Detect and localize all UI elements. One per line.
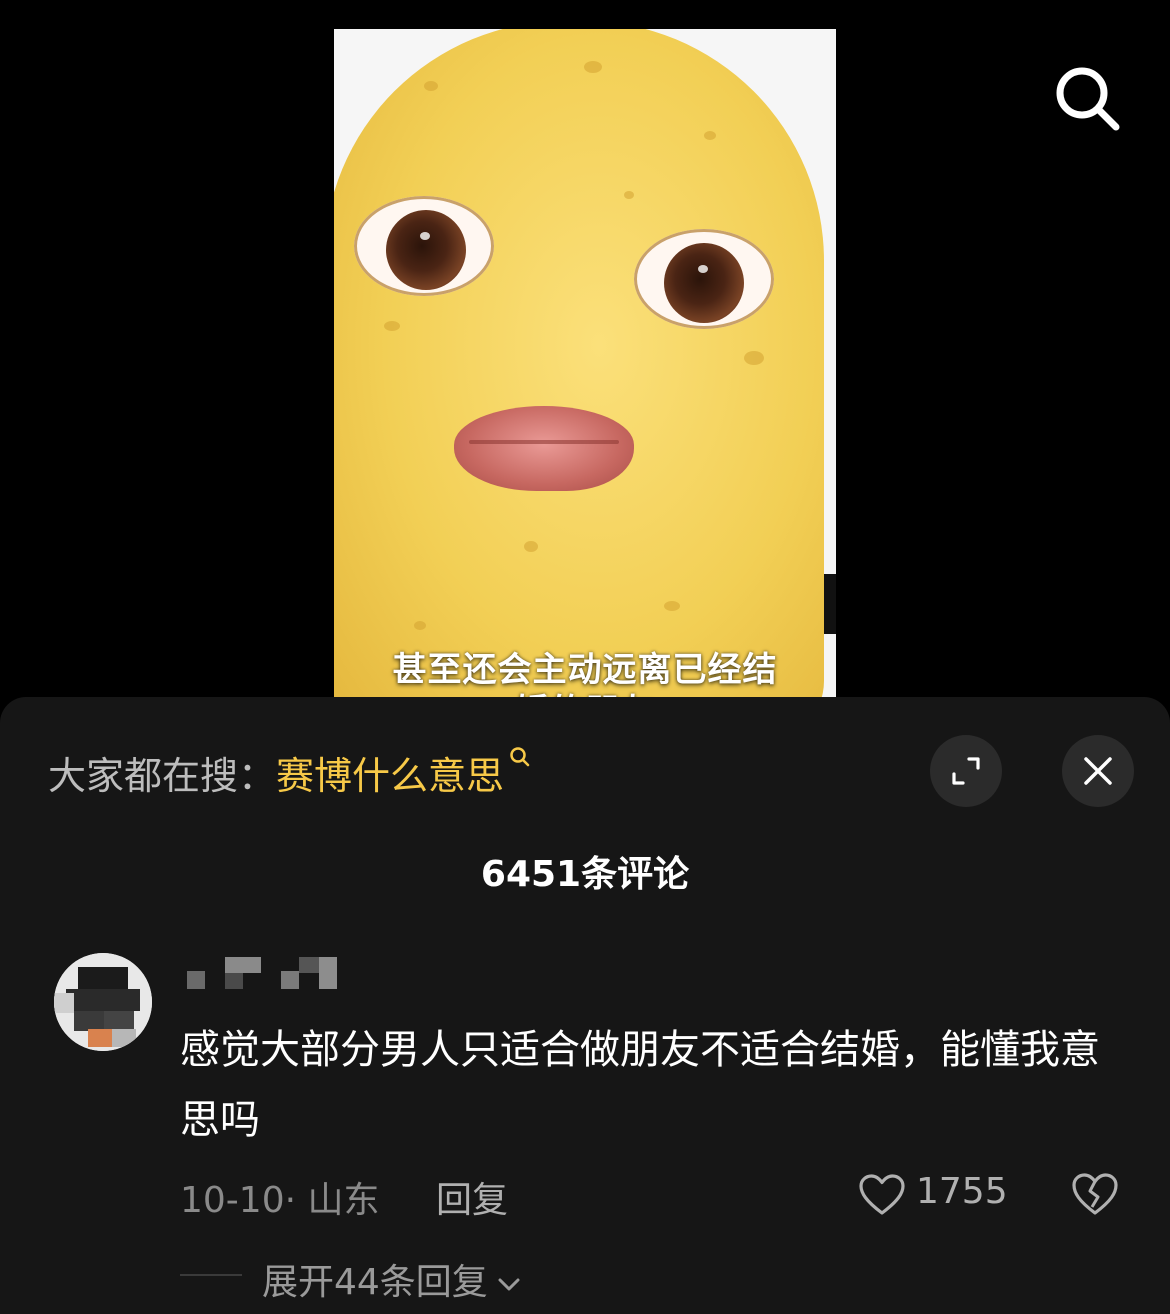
meta-separator: · — [284, 1180, 308, 1221]
video-player[interactable]: 甚至还会主动远离已经结 婚的朋友 — [334, 29, 836, 698]
close-icon — [1084, 757, 1112, 785]
broken-heart-icon[interactable] — [1070, 1171, 1120, 1217]
chevron-down-icon — [498, 1278, 520, 1291]
expand-divider — [180, 1274, 242, 1276]
search-icon[interactable] — [1052, 63, 1122, 133]
comments-sheet: 大家都在搜：赛博什么意思 6451条评论 感觉大部分男人只适合做朋友不适合结婚，… — [0, 697, 1170, 1314]
comment-location: 山东 — [307, 1180, 380, 1221]
expand-button[interactable] — [930, 735, 1002, 807]
potato-mascot-image — [334, 29, 824, 698]
screen: 甚至还会主动远离已经结 婚的朋友 大家都在搜：赛博什么意思 6451 — [0, 0, 1170, 1314]
left-eye — [354, 196, 494, 296]
hot-search-prefix: 大家都在搜： — [48, 754, 277, 798]
reply-button[interactable]: 回复 — [436, 1171, 508, 1223]
like-count: 1755 — [916, 1171, 1008, 1212]
lips — [454, 406, 634, 491]
small-search-icon — [510, 747, 530, 767]
heart-icon[interactable] — [858, 1173, 906, 1217]
avatar[interactable] — [54, 953, 152, 1051]
hot-search-bar[interactable]: 大家都在搜：赛博什么意思 — [48, 745, 530, 800]
expand-replies-button[interactable]: 展开44条回复 — [262, 1253, 522, 1305]
username-redacted[interactable] — [185, 955, 345, 991]
comment-date: 10-10 — [180, 1180, 285, 1221]
comment-count: 6451条评论 — [480, 854, 690, 895]
comment-text: 感觉大部分男人只适合做朋友不适合结婚，能懂我意思吗 — [180, 1027, 1100, 1143]
expand-replies-label: 展开44条回复 — [262, 1262, 488, 1303]
video-subtitle-line2: 婚的朋友 — [334, 684, 836, 698]
comment-meta: 10-10· 山东 — [180, 1171, 380, 1223]
right-eye — [634, 229, 774, 329]
hot-search-term[interactable]: 赛博什么意思 — [276, 754, 504, 798]
expand-icon — [952, 757, 980, 785]
close-button[interactable] — [1062, 735, 1134, 807]
